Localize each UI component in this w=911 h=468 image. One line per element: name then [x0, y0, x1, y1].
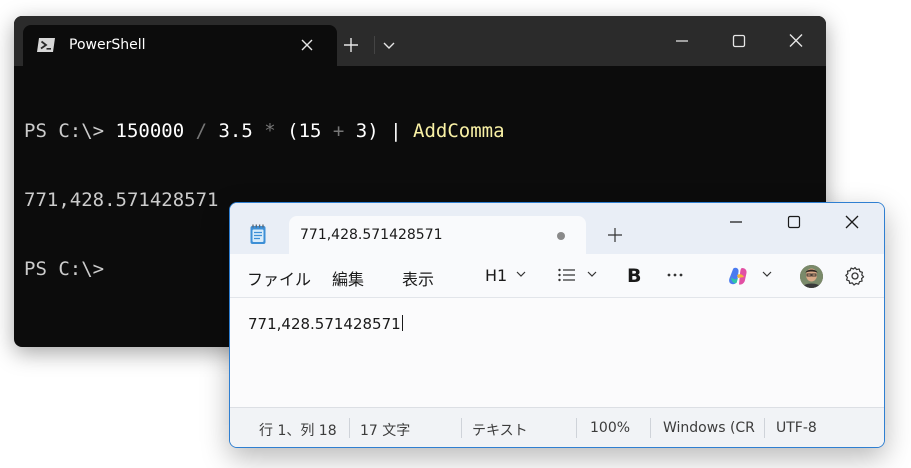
- number-token: 3.5: [218, 120, 253, 142]
- bold-button[interactable]: B: [627, 265, 641, 287]
- chevron-down-icon[interactable]: [380, 37, 398, 55]
- avatar[interactable]: [800, 265, 823, 288]
- new-tab-icon[interactable]: [606, 226, 624, 244]
- function-token: AddComma: [413, 120, 505, 142]
- text-caret: [401, 315, 403, 331]
- status-divider: [349, 418, 350, 438]
- titlebar-divider: [374, 36, 375, 54]
- notepad-menubar: ファイル 編集 表示 H1 B: [230, 254, 884, 298]
- desktop: PowerShell PS C:\> 150000 / 3.5 * (15 + …: [0, 0, 911, 468]
- number-token: (15: [287, 120, 322, 142]
- gear-icon[interactable]: [844, 265, 866, 287]
- operator-token: +: [321, 120, 356, 142]
- status-divider: [650, 418, 651, 438]
- status-position: 行 1、列 18: [259, 423, 337, 439]
- prompt: PS C:\>: [24, 120, 116, 142]
- more-icon[interactable]: [666, 266, 684, 284]
- status-bar: 行 1、列 18 17 文字 テキスト 100% Windows (CR UTF…: [230, 407, 884, 447]
- menu-view[interactable]: 表示: [402, 266, 434, 290]
- close-tab-icon[interactable]: [297, 35, 317, 55]
- unsaved-dot-icon[interactable]: [557, 232, 565, 240]
- notepad-icon: [250, 224, 266, 244]
- powershell-icon: [37, 38, 55, 52]
- terminal-tab[interactable]: PowerShell: [23, 25, 337, 66]
- status-line-ending[interactable]: Windows (CR: [663, 420, 755, 436]
- avatar-image: [800, 265, 823, 288]
- terminal-titlebar: PowerShell: [14, 16, 826, 66]
- number-token: 150000: [115, 120, 185, 142]
- notepad-window: 771,428.571428571 ファイル 編集 表示 H1 B 771,42…: [229, 202, 885, 448]
- new-tab-icon[interactable]: [341, 35, 361, 55]
- status-encoding[interactable]: UTF-8: [776, 420, 817, 436]
- menu-file[interactable]: ファイル: [247, 266, 311, 290]
- minimize-icon[interactable]: [725, 211, 747, 233]
- status-divider: [764, 418, 765, 438]
- operator-token: *: [252, 120, 288, 142]
- list-icon[interactable]: [557, 267, 577, 283]
- heading-button[interactable]: H1: [485, 266, 507, 285]
- notepad-tab[interactable]: 771,428.571428571: [289, 216, 586, 254]
- chevron-down-icon[interactable]: [515, 268, 527, 280]
- maximize-icon[interactable]: [727, 30, 751, 52]
- chevron-down-icon[interactable]: [761, 268, 773, 280]
- chevron-down-icon[interactable]: [586, 268, 598, 280]
- terminal-tab-title: PowerShell: [69, 37, 146, 53]
- notepad-tab-title: 771,428.571428571: [300, 227, 443, 243]
- status-char-count: 17 文字: [360, 423, 411, 439]
- editor-content: 771,428.571428571: [248, 315, 403, 333]
- status-mode[interactable]: テキスト: [472, 420, 528, 440]
- text-editor[interactable]: 771,428.571428571: [230, 298, 884, 407]
- close-icon[interactable]: [784, 30, 808, 52]
- close-icon[interactable]: [841, 211, 863, 233]
- copilot-icon[interactable]: [727, 265, 749, 287]
- editor-text: 771,428.571428571: [248, 315, 401, 333]
- status-divider: [576, 418, 577, 438]
- operator-token: /: [184, 120, 219, 142]
- menu-edit[interactable]: 編集: [332, 266, 364, 290]
- minimize-icon[interactable]: [670, 30, 694, 52]
- status-divider: [461, 418, 462, 438]
- notepad-titlebar: 771,428.571428571: [230, 203, 884, 254]
- maximize-icon[interactable]: [783, 211, 805, 233]
- command-line: PS C:\> 150000 / 3.5 * (15 + 3) | AddCom…: [24, 120, 816, 143]
- status-zoom[interactable]: 100%: [590, 420, 630, 436]
- number-token: 3) |: [355, 120, 413, 142]
